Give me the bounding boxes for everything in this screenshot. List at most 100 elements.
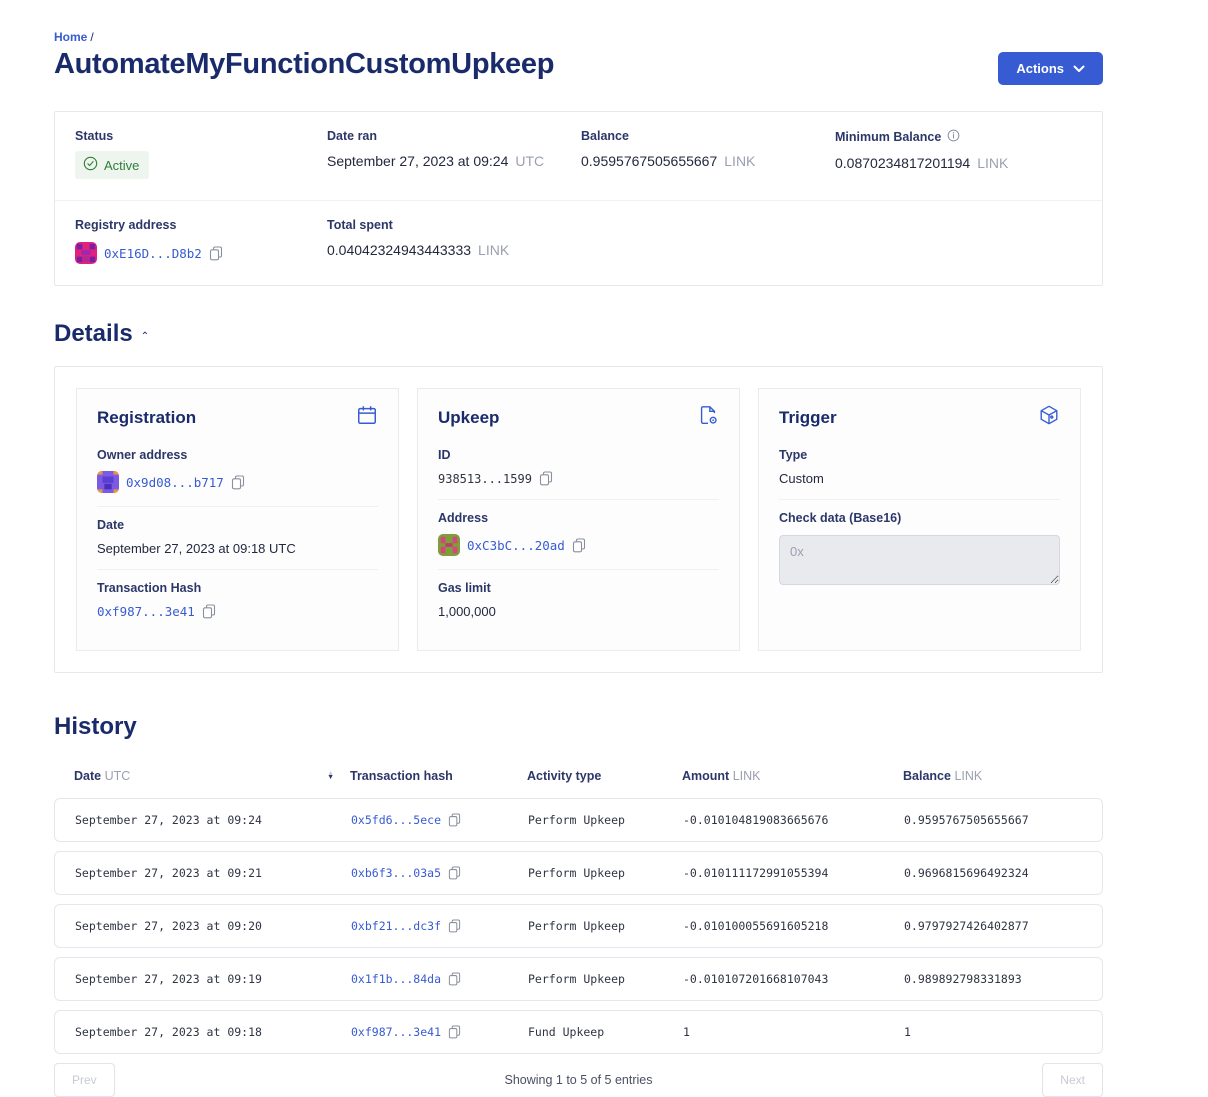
upkeep-id-value: 938513...1599 <box>438 472 532 486</box>
details-title: Details <box>54 320 133 348</box>
col-balance-label: Balance <box>903 769 951 783</box>
row-date: September 27, 2023 at 09:20 <box>55 919 351 933</box>
pagination: Prev Showing 1 to 5 of 5 entries Next <box>54 1063 1103 1097</box>
cube-icon <box>1038 404 1060 431</box>
total-spent-value: 0.04042324943443333 <box>327 242 471 258</box>
prev-button[interactable]: Prev <box>54 1063 115 1097</box>
col-activity-type-label: Activity type <box>527 769 682 783</box>
breadcrumb-home-link[interactable]: Home <box>54 30 87 44</box>
balance-label: Balance <box>581 129 835 143</box>
copy-icon[interactable] <box>448 972 461 986</box>
trigger-type-field: Type Custom <box>779 437 1060 499</box>
transaction-hash-link[interactable]: 0xf987...3e41 <box>97 604 195 619</box>
transaction-hash-field: Transaction Hash 0xf987...3e41 <box>97 569 378 632</box>
minimum-balance-label: Minimum Balance <box>835 130 941 144</box>
history-title: History <box>54 713 1103 741</box>
pagination-summary: Showing 1 to 5 of 5 entries <box>504 1073 652 1087</box>
trigger-type-label: Type <box>779 448 1060 462</box>
row-activity: Perform Upkeep <box>528 813 683 827</box>
check-circle-icon <box>83 156 98 174</box>
document-gear-icon <box>697 404 719 431</box>
minimum-balance-field: Minimum Balance 0.0870234817201194LINK <box>835 129 1082 179</box>
info-icon[interactable] <box>947 129 960 145</box>
row-tx-link[interactable]: 0x5fd6...5ece <box>351 813 441 827</box>
check-data-field: Check data (Base16) <box>779 499 1060 603</box>
copy-icon[interactable] <box>572 538 586 553</box>
col-balance-unit: LINK <box>954 769 982 783</box>
row-tx-link[interactable]: 0xf987...3e41 <box>351 1025 441 1039</box>
row-balance: 0.9797927426402877 <box>904 919 1102 933</box>
row-date: September 27, 2023 at 09:18 <box>55 1025 351 1039</box>
col-amount-unit: LINK <box>733 769 761 783</box>
total-spent-label: Total spent <box>327 218 581 232</box>
status-badge-label: Active <box>104 158 139 173</box>
row-date: September 27, 2023 at 09:24 <box>55 813 351 827</box>
date-ran-unit: UTC <box>515 153 544 169</box>
status-field: Status Active <box>75 129 327 179</box>
registration-card: Registration Owner address 0x9d08...b717 <box>76 388 399 651</box>
summary-card: Status Active Date ran September 27, 202… <box>54 111 1103 286</box>
copy-icon[interactable] <box>448 813 461 827</box>
history-table-header: Date UTC ▲ ▼ Transaction hash Activity t… <box>54 769 1103 798</box>
check-data-textarea[interactable] <box>779 535 1060 585</box>
col-transaction-hash-label: Transaction hash <box>350 769 527 783</box>
owner-address-link[interactable]: 0x9d08...b717 <box>126 475 224 490</box>
row-activity: Perform Upkeep <box>528 866 683 880</box>
row-balance: 1 <box>904 1025 1102 1039</box>
owner-address-label: Owner address <box>97 448 378 462</box>
copy-icon[interactable] <box>448 1025 461 1039</box>
registry-address-link[interactable]: 0xE16D...D8b2 <box>104 246 202 261</box>
upkeep-address-link[interactable]: 0xC3bC...20ad <box>467 538 565 553</box>
row-activity: Fund Upkeep <box>528 1025 683 1039</box>
row-amount: -0.010104819083665676 <box>683 813 904 827</box>
upkeep-address-field: Address 0xC3bC...20ad <box>438 499 719 569</box>
copy-icon[interactable] <box>209 246 223 261</box>
row-activity: Perform Upkeep <box>528 919 683 933</box>
chevron-up-icon[interactable]: ⌃ <box>141 332 149 342</box>
registration-date-value: September 27, 2023 at 09:18 UTC <box>97 541 378 556</box>
copy-icon[interactable] <box>448 919 461 933</box>
next-button[interactable]: Next <box>1042 1063 1103 1097</box>
row-date: September 27, 2023 at 09:21 <box>55 866 351 880</box>
registry-address-field: Registry address 0xE16D...D8b2 <box>75 218 327 264</box>
row-amount: -0.010100055691605218 <box>683 919 904 933</box>
row-balance: 0.989892798331893 <box>904 972 1102 986</box>
copy-icon[interactable] <box>448 866 461 880</box>
balance-unit: LINK <box>724 153 755 169</box>
table-row: September 27, 2023 at 09:21 0xb6f3...03a… <box>54 851 1103 895</box>
transaction-hash-label: Transaction Hash <box>97 581 378 595</box>
total-spent-unit: LINK <box>478 242 509 258</box>
row-amount: 1 <box>683 1025 904 1039</box>
upkeep-id-label: ID <box>438 448 719 462</box>
table-row: September 27, 2023 at 09:19 0x1f1b...84d… <box>54 957 1103 1001</box>
upkeep-address-label: Address <box>438 511 719 525</box>
date-ran-field: Date ran September 27, 2023 at 09:24UTC <box>327 129 581 179</box>
gas-limit-field: Gas limit 1,000,000 <box>438 569 719 632</box>
sort-toggle-icon[interactable]: ▲ ▼ <box>327 772 334 780</box>
row-activity: Perform Upkeep <box>528 972 683 986</box>
upkeep-address-identicon <box>438 534 460 556</box>
upkeep-page: Home/ AutomateMyFunctionCustomUpkeep Act… <box>54 30 1103 1097</box>
minimum-balance-unit: LINK <box>977 155 1008 171</box>
gas-limit-value: 1,000,000 <box>438 604 719 619</box>
row-amount: -0.010107201668107043 <box>683 972 904 986</box>
trigger-card: Trigger Type Custom Check data (Base16) <box>758 388 1081 651</box>
owner-identicon <box>97 471 119 493</box>
copy-icon[interactable] <box>539 471 553 486</box>
gas-limit-label: Gas limit <box>438 581 719 595</box>
breadcrumb-separator: / <box>90 30 93 44</box>
col-amount-label: Amount <box>682 769 729 783</box>
row-tx-link[interactable]: 0xb6f3...03a5 <box>351 866 441 880</box>
history-table: Date UTC ▲ ▼ Transaction hash Activity t… <box>54 769 1103 1097</box>
registration-date-label: Date <box>97 518 378 532</box>
row-tx-link[interactable]: 0xbf21...dc3f <box>351 919 441 933</box>
copy-icon[interactable] <box>202 604 216 619</box>
sort-down-icon: ▼ <box>327 776 334 780</box>
actions-button[interactable]: Actions <box>998 52 1103 85</box>
balance-field: Balance 0.9595767505655667LINK <box>581 129 835 179</box>
row-tx-link[interactable]: 0x1f1b...84da <box>351 972 441 986</box>
registration-title: Registration <box>97 408 196 428</box>
status-badge: Active <box>75 151 149 179</box>
copy-icon[interactable] <box>231 475 245 490</box>
upkeep-card: Upkeep ID 938513...1599 Address <box>417 388 740 651</box>
